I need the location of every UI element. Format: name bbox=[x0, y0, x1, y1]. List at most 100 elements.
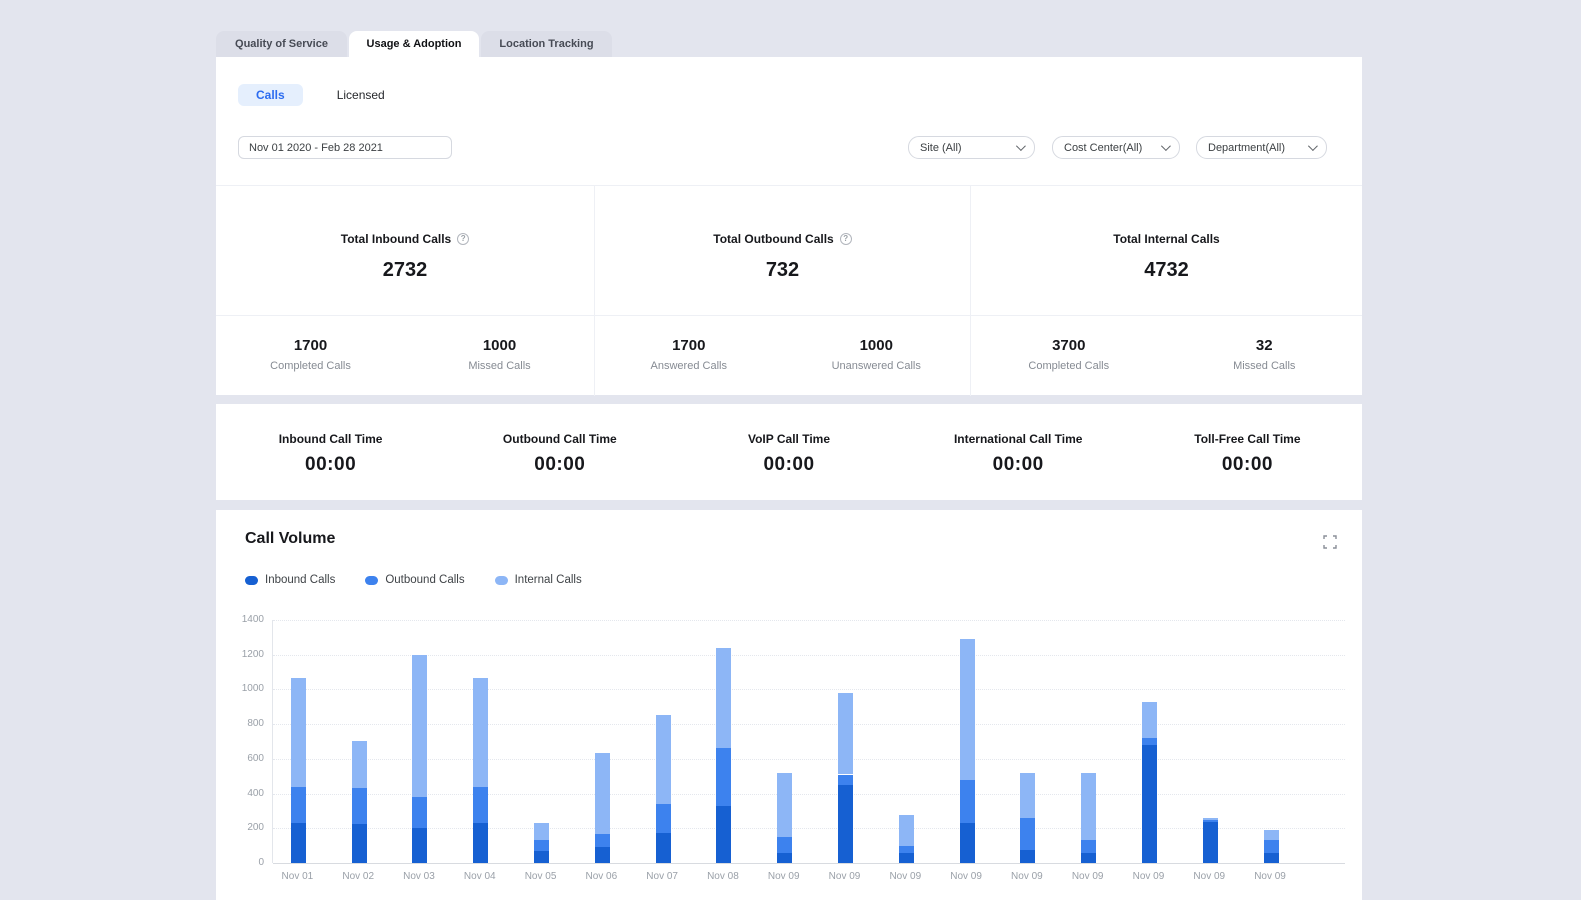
stat-sub-missed: 1000 Missed Calls bbox=[405, 316, 594, 396]
bar-segment-internal-calls bbox=[838, 693, 853, 775]
bar-segment-inbound-calls bbox=[1264, 853, 1279, 863]
bar-stack-9[interactable] bbox=[777, 620, 792, 863]
bar-stack-3[interactable] bbox=[412, 620, 427, 863]
sub-label: Completed Calls bbox=[216, 360, 405, 372]
date-range-input[interactable] bbox=[238, 136, 452, 159]
bar-segment-inbound-calls bbox=[656, 833, 671, 863]
bar-stack-6[interactable] bbox=[595, 620, 610, 863]
stat-value: 2732 bbox=[216, 259, 594, 282]
tab-quality-of-service[interactable]: Quality of Service bbox=[216, 31, 347, 57]
sub-label: Unanswered Calls bbox=[783, 360, 971, 372]
chart-plot bbox=[272, 620, 1345, 863]
department-filter-label: Department(All) bbox=[1208, 142, 1285, 154]
bar-segment-inbound-calls bbox=[412, 828, 427, 863]
y-tick-label: 1400 bbox=[216, 614, 264, 625]
legend-item-internal-calls[interactable]: Internal Calls bbox=[495, 574, 582, 586]
x-tick-label: Nov 02 bbox=[333, 871, 383, 882]
y-tick-label: 1000 bbox=[216, 683, 264, 694]
stat-sub-unanswered: 1000 Unanswered Calls bbox=[783, 316, 971, 396]
site-filter-dropdown[interactable]: Site (All) bbox=[908, 136, 1035, 159]
x-tick-label: Nov 09 bbox=[880, 871, 930, 882]
toggle-licensed[interactable]: Licensed bbox=[319, 84, 403, 106]
bar-segment-outbound-calls bbox=[899, 846, 914, 853]
tab-location-tracking[interactable]: Location Tracking bbox=[481, 31, 612, 57]
filter-row: Site (All) Cost Center(All) Department(A… bbox=[216, 136, 1362, 159]
info-icon[interactable]: ? bbox=[840, 233, 852, 245]
time-value: 00:00 bbox=[904, 454, 1133, 476]
stat-title: Total Internal Calls bbox=[1113, 232, 1219, 246]
sub-label: Missed Calls bbox=[1167, 360, 1363, 372]
bar-segment-outbound-calls bbox=[1264, 840, 1279, 853]
time-inbound: Inbound Call Time 00:00 bbox=[216, 404, 445, 500]
bar-segment-outbound-calls bbox=[595, 834, 610, 848]
bar-stack-5[interactable] bbox=[534, 620, 549, 863]
bar-segment-inbound-calls bbox=[716, 806, 731, 863]
bar-stack-14[interactable] bbox=[1081, 620, 1096, 863]
legend-item-outbound-calls[interactable]: Outbound Calls bbox=[365, 574, 464, 586]
bar-segment-inbound-calls bbox=[473, 823, 488, 863]
time-international: International Call Time 00:00 bbox=[904, 404, 1133, 500]
bar-segment-inbound-calls bbox=[838, 785, 853, 863]
y-tick-label: 0 bbox=[216, 857, 264, 868]
bar-segment-internal-calls bbox=[595, 753, 610, 834]
bar-stack-15[interactable] bbox=[1142, 620, 1157, 863]
toggle-calls[interactable]: Calls bbox=[238, 84, 303, 106]
bar-stack-12[interactable] bbox=[960, 620, 975, 863]
usage-panel: Calls Licensed Site (All) Cost Center(Al… bbox=[216, 57, 1362, 395]
cost-center-filter-label: Cost Center(All) bbox=[1064, 142, 1142, 154]
chevron-down-icon bbox=[1161, 141, 1171, 151]
bar-segment-outbound-calls bbox=[291, 787, 306, 823]
stat-sub-answered: 1700 Answered Calls bbox=[595, 316, 783, 396]
bar-stack-4[interactable] bbox=[473, 620, 488, 863]
bar-segment-internal-calls bbox=[352, 741, 367, 788]
cost-center-filter-dropdown[interactable]: Cost Center(All) bbox=[1052, 136, 1180, 159]
chart-x-axis: Nov 01Nov 02Nov 03Nov 04Nov 05Nov 06Nov … bbox=[272, 871, 1345, 887]
bar-segment-inbound-calls bbox=[595, 847, 610, 863]
bar-segment-outbound-calls bbox=[534, 840, 549, 851]
sub-label: Completed Calls bbox=[971, 360, 1167, 372]
call-volume-card: Call Volume Inbound CallsOutbound CallsI… bbox=[216, 510, 1362, 900]
stat-sub-completed: 3700 Completed Calls bbox=[971, 316, 1167, 396]
bar-stack-16[interactable] bbox=[1203, 620, 1218, 863]
bar-segment-inbound-calls bbox=[1142, 745, 1157, 863]
y-tick-label: 800 bbox=[216, 718, 264, 729]
bar-segment-inbound-calls bbox=[291, 823, 306, 863]
bar-segment-inbound-calls bbox=[352, 824, 367, 863]
chevron-down-icon bbox=[1308, 141, 1318, 151]
stat-title: Total Outbound Calls bbox=[713, 232, 833, 246]
x-tick-label: Nov 09 bbox=[1245, 871, 1295, 882]
sub-value: 1000 bbox=[405, 337, 594, 354]
y-tick-label: 1200 bbox=[216, 649, 264, 660]
bar-stack-11[interactable] bbox=[899, 620, 914, 863]
bar-stack-1[interactable] bbox=[291, 620, 306, 863]
bar-segment-internal-calls bbox=[1081, 773, 1096, 840]
bar-stack-7[interactable] bbox=[656, 620, 671, 863]
stat-sub-completed: 1700 Completed Calls bbox=[216, 316, 405, 396]
gridline bbox=[273, 724, 1345, 725]
gridline bbox=[273, 759, 1345, 760]
time-label: Outbound Call Time bbox=[445, 432, 674, 446]
bar-segment-internal-calls bbox=[291, 678, 306, 786]
bar-stack-10[interactable] bbox=[838, 620, 853, 863]
expand-icon[interactable] bbox=[1323, 535, 1337, 549]
bar-segment-outbound-calls bbox=[1020, 818, 1035, 850]
bar-segment-inbound-calls bbox=[960, 823, 975, 863]
chevron-down-icon bbox=[1016, 141, 1026, 151]
tab-usage-adoption[interactable]: Usage & Adoption bbox=[349, 31, 479, 57]
info-icon[interactable]: ? bbox=[457, 233, 469, 245]
time-value: 00:00 bbox=[1133, 454, 1362, 476]
bar-stack-13[interactable] bbox=[1020, 620, 1035, 863]
stat-value: 732 bbox=[595, 259, 970, 282]
dashboard-page: Quality of Service Usage & Adoption Loca… bbox=[0, 0, 1581, 900]
bar-stack-2[interactable] bbox=[352, 620, 367, 863]
bar-segment-inbound-calls bbox=[1081, 853, 1096, 863]
bar-stack-17[interactable] bbox=[1264, 620, 1279, 863]
department-filter-dropdown[interactable]: Department(All) bbox=[1196, 136, 1327, 159]
stat-group-inbound: Total Inbound Calls ? 2732 1700 Complete… bbox=[216, 186, 595, 396]
stat-group-internal: Total Internal Calls 4732 3700 Completed… bbox=[971, 186, 1362, 396]
bar-segment-internal-calls bbox=[1020, 773, 1035, 818]
time-tollfree: Toll-Free Call Time 00:00 bbox=[1133, 404, 1362, 500]
call-time-card: Inbound Call Time 00:00 Outbound Call Ti… bbox=[216, 404, 1362, 500]
bar-segment-internal-calls bbox=[960, 639, 975, 780]
bar-stack-8[interactable] bbox=[716, 620, 731, 863]
